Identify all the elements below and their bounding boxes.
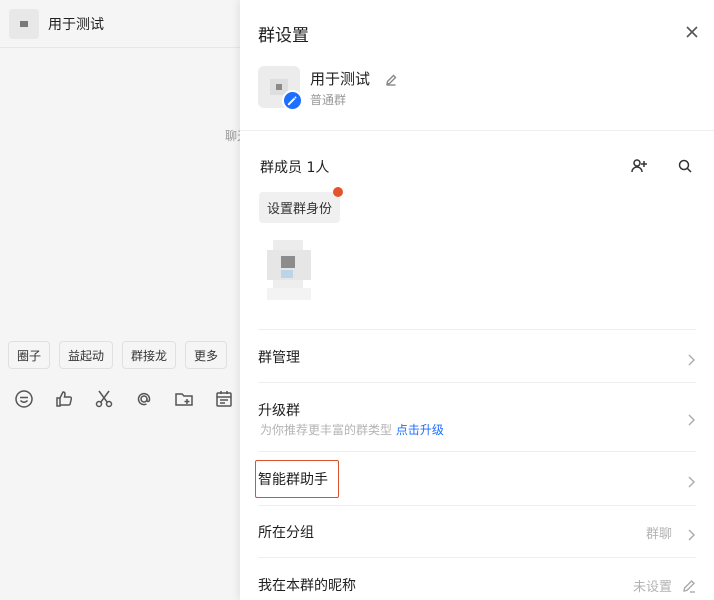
edit-name-icon[interactable] — [385, 71, 397, 86]
chat-title: 用于测试 — [48, 16, 104, 33]
row-label: 所在分组 — [258, 525, 314, 541]
at-icon[interactable] — [133, 388, 155, 410]
chat-pane: 用于测试 聊天 圈子 益起动 群接龙 更多 — [0, 0, 240, 600]
group-category-value: 群聊 — [645, 526, 672, 542]
calendar-icon[interactable] — [213, 388, 235, 410]
chat-avatar[interactable] — [9, 8, 39, 39]
row-label: 我在本群的昵称 — [258, 578, 356, 594]
close-icon[interactable] — [684, 24, 700, 40]
group-header: 用于测试 普通群 — [258, 66, 698, 111]
group-manage-row[interactable]: 群管理 — [258, 348, 696, 366]
scissors-icon[interactable] — [93, 388, 115, 410]
avatar-pixel — [20, 20, 28, 27]
set-identity-button[interactable]: 设置群身份 — [259, 192, 341, 223]
group-category-row[interactable]: 所在分组 群聊 — [258, 523, 696, 542]
chevron-right-icon — [686, 411, 696, 426]
thumbs-up-icon[interactable] — [53, 388, 75, 410]
chevron-right-icon — [686, 351, 696, 366]
divider — [258, 505, 696, 506]
add-member-icon[interactable] — [630, 157, 648, 175]
nickname-row[interactable]: 我在本群的昵称 未设置 — [258, 576, 696, 595]
divider — [258, 382, 696, 383]
quick-action-circle[interactable]: 圈子 — [8, 341, 51, 369]
row-label: 群管理 — [258, 350, 300, 366]
smart-assistant-row[interactable]: 智能群助手 — [258, 470, 696, 488]
upgrade-description: 为你推荐更丰富的群类型 点击升级 — [260, 421, 444, 438]
members-count: 群成员 1人 — [260, 160, 330, 176]
upgrade-link[interactable]: 点击升级 — [396, 423, 444, 437]
group-type: 普通群 — [310, 93, 347, 107]
input-toolbar — [13, 388, 235, 410]
chat-header: 用于测试 — [0, 0, 240, 48]
upgrade-sub-text: 为你推荐更丰富的群类型 — [260, 423, 393, 437]
panel-title: 群设置 — [258, 26, 309, 46]
upgrade-group-row[interactable]: 升级群 为你推荐更丰富的群类型 点击升级 — [258, 400, 696, 438]
edit-nickname-icon[interactable] — [682, 578, 696, 593]
quick-actions: 圈子 益起动 群接龙 更多 — [8, 341, 228, 369]
quick-action-charity[interactable]: 益起动 — [59, 341, 114, 369]
chevron-right-icon — [686, 473, 696, 488]
notification-dot — [333, 187, 343, 197]
divider — [258, 329, 696, 330]
search-icon[interactable] — [677, 158, 693, 174]
divider — [258, 557, 696, 558]
folder-plus-icon[interactable] — [173, 388, 195, 410]
edit-avatar-icon[interactable] — [282, 90, 303, 111]
group-settings-panel: 群设置 用于测试 普通群 群成员 1人 设置群身份 群管理 升级群 为你推荐更丰… — [240, 0, 714, 600]
quick-action-more[interactable]: 更多 — [185, 341, 228, 369]
group-name: 用于测试 — [310, 70, 371, 88]
divider — [240, 130, 714, 131]
chevron-right-icon — [686, 526, 696, 541]
quick-action-solitaire[interactable]: 群接龙 — [122, 341, 177, 369]
row-label: 智能群助手 — [258, 472, 328, 488]
row-label: 升级群 — [258, 403, 300, 419]
divider — [258, 451, 696, 452]
member-avatar[interactable] — [267, 240, 313, 302]
nickname-value: 未设置 — [632, 579, 672, 595]
chat-hint-text: 聊天 — [225, 129, 240, 143]
emoji-icon[interactable] — [13, 388, 35, 410]
